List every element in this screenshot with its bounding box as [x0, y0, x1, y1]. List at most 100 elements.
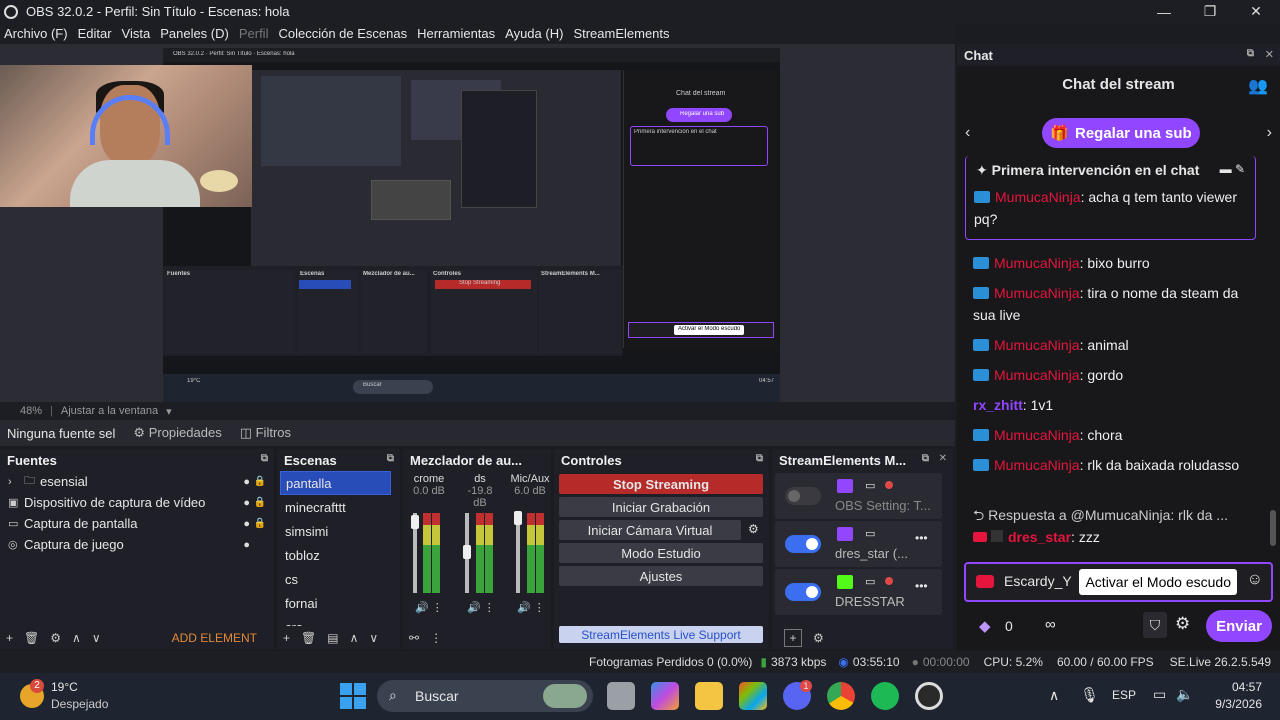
add-icon[interactable]: + [784, 629, 802, 647]
dock-float-icon[interactable]: ⧉ [387, 453, 394, 464]
copilot-icon[interactable] [651, 682, 679, 710]
chat-message[interactable]: MumucaNinja: tira o nome da steam da sua… [973, 282, 1263, 326]
emoji-icon[interactable]: ☺ [1247, 571, 1263, 589]
se-overlay-row[interactable]: ▭ OBS Setting: T... [775, 473, 942, 519]
fader-knob[interactable] [463, 545, 471, 559]
chat-message[interactable]: MumucaNinja: animal [973, 334, 1263, 356]
clock-date[interactable]: 9/3/2026 [1200, 697, 1262, 711]
menu-ayuda[interactable]: Ayuda (H) [505, 26, 563, 41]
more-icon[interactable]: ••• [915, 531, 928, 545]
scene-item[interactable]: simsimi [280, 519, 391, 543]
scene-item[interactable]: fornai [280, 591, 391, 615]
lock-icon[interactable]: 🔒 [254, 497, 266, 508]
up-icon[interactable]: ∧ [72, 631, 81, 645]
task-view-icon[interactable] [607, 682, 635, 710]
menu-archivo[interactable]: Archivo (F) [4, 26, 68, 41]
dock-float-icon[interactable]: ⧉ [1247, 48, 1254, 59]
chrome-icon[interactable] [827, 682, 855, 710]
add-icon[interactable]: + [283, 631, 290, 645]
shield-mode-icon[interactable]: ⛉ [1143, 612, 1167, 638]
minimize-button[interactable]: — [1141, 0, 1187, 23]
lock-icon[interactable]: 🔒 [254, 518, 266, 529]
se-overlay-row[interactable]: ▭ ••• DRESSTAR [775, 569, 942, 615]
se-live-support-button[interactable]: StreamElements Live Support [559, 626, 763, 643]
speaker-icon[interactable]: 🔊 ⋮ [415, 601, 443, 614]
dock-close-icon[interactable]: ✕ [1265, 48, 1274, 61]
store-icon[interactable] [739, 682, 767, 710]
down-icon[interactable]: ∨ [369, 631, 378, 645]
menu-perfil[interactable]: Perfil [239, 26, 269, 41]
zoom-level[interactable]: 48% [20, 405, 42, 417]
source-item[interactable]: ▣ Dispositivo de captura de vídeo ● 🔒 [0, 492, 274, 513]
speaker-icon[interactable]: 🔊 ⋮ [467, 601, 495, 614]
properties-button[interactable]: ⚙ Propiedades [133, 425, 221, 441]
chat-message[interactable]: MumucaNinja: rlk da baixada roludasso [973, 454, 1263, 476]
menu-editar[interactable]: Editar [78, 26, 112, 41]
expand-icon[interactable]: › [8, 476, 22, 488]
eye-icon[interactable]: ● [243, 497, 250, 509]
channel-points-icon[interactable]: ◆ [979, 617, 991, 635]
menu-streamelements[interactable]: StreamElements [573, 26, 669, 41]
menu-vista[interactable]: Vista [122, 26, 151, 41]
fader-knob[interactable] [514, 511, 522, 525]
obs-icon[interactable] [915, 682, 943, 710]
dock-float-icon[interactable]: ⧉ [756, 453, 763, 464]
gear-icon[interactable]: ⚙ [748, 522, 759, 536]
toggle-switch[interactable] [785, 583, 821, 601]
maximize-button[interactable]: ❐ [1187, 0, 1233, 23]
dock-float-icon[interactable]: ⧉ [261, 453, 268, 464]
scene-item[interactable]: cs [280, 567, 391, 591]
send-button[interactable]: Enviar [1206, 610, 1272, 642]
add-icon[interactable]: + [6, 631, 13, 645]
fader-knob[interactable] [411, 515, 419, 529]
fit-to-window[interactable]: Ajustar a la ventana [61, 405, 158, 417]
gift-sub-button[interactable]: 🎁 Regalar una sub [1042, 118, 1200, 148]
add-element-button[interactable]: ADD ELEMENT [172, 631, 257, 645]
dock-close-icon[interactable]: ✕ [939, 453, 947, 464]
toggle-switch[interactable] [785, 535, 821, 553]
close-button[interactable]: ✕ [1233, 0, 1279, 23]
network-icon[interactable]: ▭ [1153, 686, 1166, 703]
trash-icon[interactable]: 🗑 [301, 631, 316, 645]
chat-message[interactable]: MumucaNinja: gordo [973, 364, 1263, 386]
chat-message[interactable]: MumucaNinja: bixo burro [973, 252, 1263, 274]
studio-mode-button[interactable]: Modo Estudio [559, 543, 763, 563]
language-indicator[interactable]: ESP [1112, 688, 1136, 702]
chat-message[interactable]: dres_star: zzz [973, 526, 1263, 548]
chevron-left-icon[interactable]: ‹ [965, 124, 970, 142]
windows-start-icon[interactable] [340, 683, 366, 709]
file-explorer-icon[interactable] [695, 682, 723, 710]
source-item[interactable]: › 🗀 esensial ● 🔒 [0, 471, 274, 492]
se-overlay-row[interactable]: ▭ ••• dres_star (... [775, 521, 942, 567]
chat-input-box[interactable]: Escardy_Y Activar el Modo escudo ☺ [964, 562, 1273, 602]
settings-button[interactable]: Ajustes [559, 566, 763, 586]
start-recording-button[interactable]: Iniciar Grabación [559, 497, 763, 517]
menu-herramientas[interactable]: Herramientas [417, 26, 495, 41]
spotify-icon[interactable] [871, 682, 899, 710]
volume-fader[interactable] [516, 513, 520, 593]
infinity-icon[interactable]: ∞ [1045, 616, 1056, 633]
menu-coleccion[interactable]: Colección de Escenas [278, 26, 407, 41]
down-icon[interactable]: ∨ [92, 631, 101, 645]
users-icon[interactable]: 👥 [1248, 76, 1268, 96]
clock-time[interactable]: 04:57 [1214, 680, 1262, 694]
pencil-icon[interactable]: ▬ ✎ [1220, 162, 1245, 176]
microphone-icon[interactable]: 🎙 [1080, 686, 1099, 704]
chevron-up-icon[interactable]: ∧ [1049, 687, 1059, 704]
eye-icon[interactable]: ● [243, 518, 250, 530]
scene-item[interactable]: pantalla [280, 471, 391, 495]
eye-icon[interactable]: ● [243, 539, 250, 551]
gear-icon[interactable]: ⚙ [813, 631, 824, 645]
source-item[interactable]: ◎ Captura de juego ● [0, 534, 274, 555]
volume-icon[interactable]: 🔈 [1176, 686, 1193, 703]
taskbar-search[interactable]: ⌕ Buscar [377, 680, 593, 712]
filter-icon[interactable]: ▤ [327, 631, 338, 645]
scene-item[interactable]: cra [280, 615, 391, 627]
menu-paneles[interactable]: Paneles (D) [160, 26, 229, 41]
settings-gear-icon[interactable]: ⚙ [1175, 614, 1190, 634]
chat-scrollbar[interactable] [1270, 510, 1276, 546]
chat-message[interactable]: rx_zhitt: 1v1 [973, 394, 1263, 416]
toggle-switch[interactable] [785, 487, 821, 505]
up-icon[interactable]: ∧ [350, 631, 359, 645]
scene-item[interactable]: tobloz [280, 543, 391, 567]
